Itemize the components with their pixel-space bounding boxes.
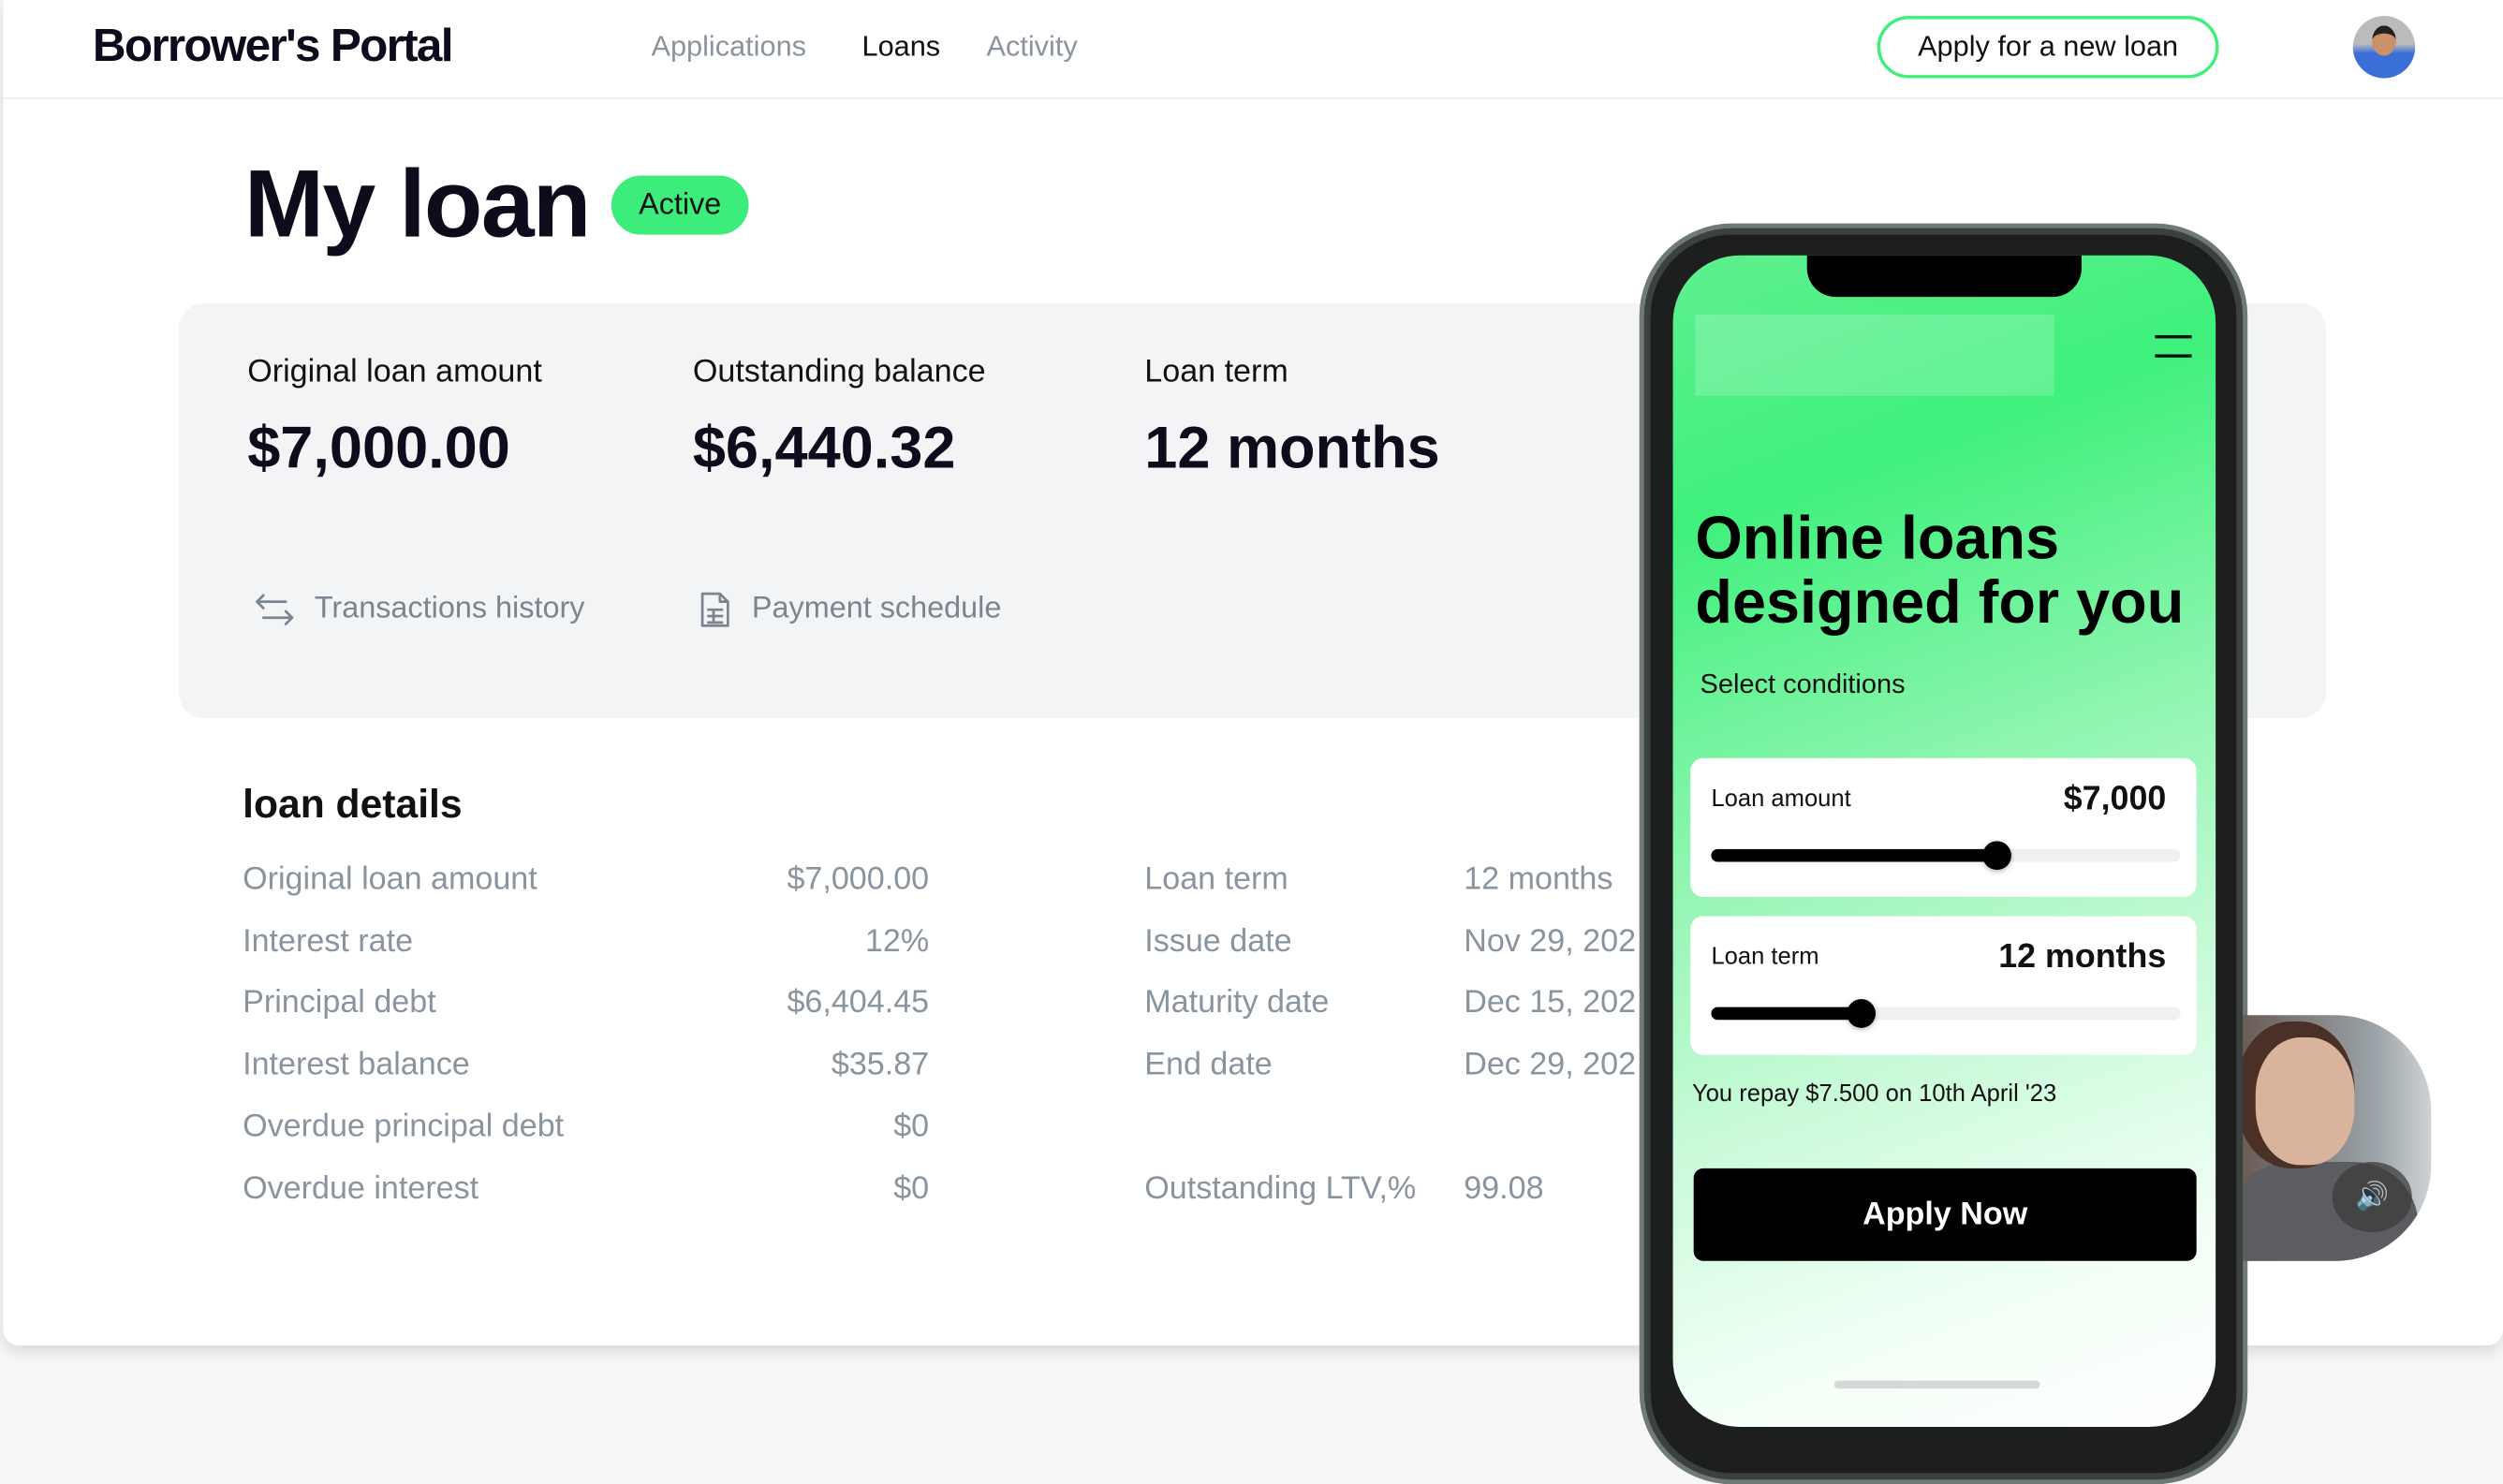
slider-knob[interactable]	[1982, 841, 2012, 871]
detail-value: 99.08	[1464, 1171, 1544, 1207]
phone-notch	[1806, 255, 2082, 298]
nav-loans[interactable]: Loans	[862, 30, 941, 64]
detail-value: $35.87	[831, 1047, 930, 1082]
phone-screen: Online loans designed for you Select con…	[1672, 255, 2216, 1428]
detail-label: Maturity date	[1144, 984, 1330, 1021]
detail-label: Outstanding LTV,%	[1144, 1171, 1417, 1207]
detail-label: Principal debt	[243, 984, 436, 1021]
detail-value: Dec 15, 202	[1464, 984, 1637, 1021]
stat-label: Original loan amount	[247, 354, 542, 389]
detail-value: $6,404.45	[787, 984, 930, 1021]
detail-label: Overdue interest	[243, 1171, 479, 1207]
stat-label: Loan term	[1144, 354, 1288, 389]
avatar[interactable]	[2352, 16, 2416, 79]
stat-value: 12 months	[1144, 415, 1440, 481]
payment-schedule-link[interactable]: Payment schedule	[698, 591, 1001, 629]
detail-value: 12%	[864, 924, 930, 960]
status-badge: Active	[611, 175, 749, 235]
stat-value: $7,000.00	[247, 415, 510, 481]
detail-value: $7,000.00	[787, 861, 930, 898]
detail-label: Original loan amount	[243, 861, 537, 898]
stat-value: $6,440.32	[692, 415, 956, 481]
detail-value: $0	[893, 1171, 930, 1207]
detail-value: Dec 29, 202	[1464, 1047, 1637, 1082]
loan-term-slider[interactable]	[1711, 999, 2181, 1028]
loan-amount-label: Loan amount	[1711, 785, 1851, 813]
detail-value: $0	[893, 1109, 930, 1145]
detail-label: Overdue principal debt	[243, 1109, 565, 1145]
detail-label: End date	[1144, 1047, 1273, 1082]
detail-label: Issue date	[1144, 924, 1292, 960]
repay-summary: You repay $7.500 on 10th April '23	[1691, 1080, 2057, 1109]
nav-applications[interactable]: Applications	[652, 30, 806, 64]
home-indicator	[1833, 1380, 2040, 1389]
promo-subtitle: Select conditions	[1700, 669, 1906, 699]
details-title: loan details	[243, 782, 463, 828]
logo[interactable]: Borrower's Portal	[93, 21, 454, 73]
logo-placeholder	[1695, 314, 2054, 396]
detail-label: Interest balance	[243, 1047, 470, 1082]
apply-new-loan-button[interactable]: Apply for a new loan	[1877, 16, 2219, 79]
transactions-history-link[interactable]: Transactions history	[254, 591, 584, 629]
loan-term-value: 12 months	[1998, 938, 2167, 976]
nav-activity[interactable]: Activity	[987, 30, 1078, 64]
loan-amount-slider[interactable]	[1711, 841, 2181, 871]
slider-knob[interactable]	[1847, 999, 1877, 1028]
stat-label: Outstanding balance	[692, 354, 986, 389]
detail-label: Loan term	[1144, 861, 1288, 898]
detail-value: 12 months	[1464, 861, 1613, 898]
apply-now-button[interactable]: Apply Now	[1693, 1168, 2197, 1261]
document-icon	[700, 592, 729, 627]
hamburger-menu-icon[interactable]	[2155, 334, 2192, 358]
slider-fill	[1711, 1006, 1862, 1021]
arrows-swap-icon	[256, 594, 294, 625]
detail-label: Interest rate	[243, 924, 414, 960]
loan-term-label: Loan term	[1711, 943, 1819, 971]
detail-value: Nov 29, 202	[1464, 924, 1637, 960]
link-label: Transactions history	[314, 592, 585, 626]
link-label: Payment schedule	[751, 592, 1002, 626]
loan-term-card: Loan term 12 months	[1690, 916, 2197, 1055]
promo-headline: Online loans designed for you	[1695, 506, 2185, 638]
page-title: My loan	[243, 150, 592, 257]
video-bubble[interactable]: 🔊	[2243, 1015, 2432, 1261]
loan-amount-card: Loan amount $7,000	[1690, 757, 2197, 898]
slider-fill	[1711, 848, 1998, 862]
loan-amount-value: $7,000	[2063, 780, 2167, 817]
speaker-icon[interactable]: 🔊	[2332, 1162, 2412, 1233]
